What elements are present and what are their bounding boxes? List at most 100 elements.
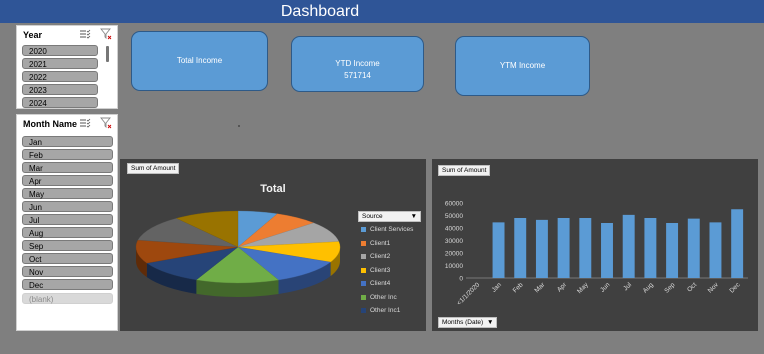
month-slicer-title: Month Name <box>23 119 77 129</box>
legend-item-client1: Client1 <box>361 239 390 248</box>
total-income-label: Total Income <box>176 56 223 65</box>
bar-feb[interactable] <box>514 218 527 278</box>
ytm-income-label: YTM Income <box>499 61 546 70</box>
month-item-apr[interactable]: Apr <box>22 175 113 186</box>
ytd-income-card: YTD Income 571714 <box>291 36 424 92</box>
y-tick-label: 40000 <box>445 226 463 233</box>
ytd-income-label: YTD Income <box>335 59 380 68</box>
x-tick-label: <1/1/2020 <box>456 281 482 307</box>
month-item-may[interactable]: May <box>22 188 113 199</box>
months-date-filter-label: Months (Date) <box>442 319 484 326</box>
month-item-nov[interactable]: Nov <box>22 266 113 277</box>
bar-chart-panel: Sum of Amount 0 10000 20000 30000 40000 50000… <box>432 159 758 331</box>
y-tick-label: 20000 <box>445 251 463 258</box>
legend-item-client4: Client4 <box>361 279 390 288</box>
year-item-2020[interactable]: 2020 <box>22 45 98 56</box>
legend-label: Other Inc <box>370 294 397 301</box>
month-item-feb[interactable]: Feb <box>22 149 113 160</box>
bar-aug[interactable] <box>644 218 657 278</box>
dropdown-arrow-icon: ▼ <box>487 319 494 326</box>
bar-oct[interactable] <box>687 218 700 278</box>
multi-select-icon[interactable] <box>79 28 91 40</box>
dashboard-title-bar: Dashboard <box>0 0 764 23</box>
year-item-2024[interactable]: 2024 <box>22 97 98 108</box>
pie-legend: Client Services Client1 Client2 Client3 … <box>353 222 425 322</box>
bar-apr[interactable] <box>557 218 570 278</box>
legend-label: Client1 <box>370 240 391 247</box>
x-tick-label: Apr <box>556 281 569 294</box>
y-tick-label: 60000 <box>445 201 463 208</box>
legend-item-other-inc: Other Inc <box>361 293 397 302</box>
legend-item-client-services: Client Services <box>361 225 413 234</box>
legend-label: Client Services <box>370 226 414 233</box>
x-tick-label: Mar <box>533 281 546 294</box>
x-tick-label: May <box>576 281 590 295</box>
x-tick-label: Sep <box>663 281 676 294</box>
legend-item-client2: Client2 <box>361 252 390 261</box>
pie-chart-panel: Sum of Amount Total Source ▼ Client Serv… <box>120 159 426 331</box>
bar-may[interactable] <box>579 218 592 278</box>
ytm-income-card: YTM Income <box>455 36 590 96</box>
bar-dec[interactable] <box>731 209 744 278</box>
page-title: Dashboard <box>280 3 360 20</box>
x-tick-label: Dec <box>728 281 742 295</box>
bar-jun[interactable] <box>601 223 613 278</box>
legend-label: Client2 <box>370 253 391 260</box>
legend-swatch <box>361 294 366 300</box>
month-item-jun[interactable]: Jun <box>22 201 113 212</box>
ytd-income-value: 571714 <box>344 71 371 80</box>
x-tick-label: Oct <box>686 281 698 293</box>
legend-swatch <box>361 307 366 313</box>
legend-swatch <box>361 280 366 286</box>
x-tick-label: Aug <box>642 281 655 294</box>
x-tick-label: Jul <box>622 281 633 292</box>
months-date-filter-button[interactable]: Months (Date) ▼ <box>438 317 498 328</box>
month-item-aug[interactable]: Aug <box>22 227 113 238</box>
legend-label: Other Inc1 <box>370 307 401 314</box>
legend-item-client3: Client3 <box>361 266 390 275</box>
month-slicer: Month Name Jan Feb Mar Apr May Jun Jul A… <box>16 114 118 331</box>
month-item-mar[interactable]: Mar <box>22 162 113 173</box>
legend-swatch <box>361 240 366 246</box>
year-slicer-title: Year <box>23 30 43 40</box>
clear-filter-icon[interactable] <box>100 117 112 129</box>
bar-sep[interactable] <box>666 223 679 278</box>
dropdown-arrow-icon: ▼ <box>410 213 417 220</box>
year-item-2021[interactable]: 2021 <box>22 58 98 69</box>
y-tick-label: 50000 <box>445 213 463 220</box>
bar-mar[interactable] <box>535 219 548 278</box>
bar-jul[interactable] <box>622 214 635 278</box>
month-item-sep[interactable]: Sep <box>22 240 113 251</box>
bar-chart: 0 10000 20000 30000 40000 50000 60000 <1/1/202… <box>445 201 748 307</box>
stray-mark <box>238 125 240 127</box>
bar-jan[interactable] <box>492 222 505 278</box>
year-item-2023[interactable]: 2023 <box>22 84 98 95</box>
source-filter-button[interactable]: Source ▼ <box>358 211 421 222</box>
multi-select-icon[interactable] <box>79 117 91 129</box>
legend-item-other-inc1: Other Inc1 <box>361 306 400 315</box>
y-tick-label: 10000 <box>445 263 463 270</box>
month-item-dec[interactable]: Dec <box>22 279 113 290</box>
year-slicer-scrollbar[interactable] <box>106 46 109 62</box>
x-tick-label: Jun <box>599 281 612 294</box>
source-filter-label: Source <box>362 213 383 220</box>
month-item-jul[interactable]: Jul <box>22 214 113 225</box>
legend-swatch <box>361 226 366 232</box>
month-item-blank[interactable]: (blank) <box>22 293 113 304</box>
legend-label: Client3 <box>370 267 391 274</box>
clear-filter-icon[interactable] <box>100 28 112 40</box>
month-item-jan[interactable]: Jan <box>22 136 113 147</box>
month-item-oct[interactable]: Oct <box>22 253 113 264</box>
y-tick-label: 0 <box>459 276 463 283</box>
year-item-2022[interactable]: 2022 <box>22 71 98 82</box>
legend-label: Client4 <box>370 280 391 287</box>
x-tick-label: Nov <box>707 281 721 295</box>
legend-swatch <box>361 267 366 273</box>
x-tick-label: Jan <box>491 281 504 294</box>
total-income-card: Total Income <box>131 31 268 91</box>
year-slicer: Year 2020 2021 2022 2023 2024 <box>16 25 118 109</box>
legend-swatch <box>361 253 366 259</box>
bar-nov[interactable] <box>709 222 722 278</box>
y-tick-label: 30000 <box>445 238 463 245</box>
x-tick-label: Feb <box>512 281 525 294</box>
